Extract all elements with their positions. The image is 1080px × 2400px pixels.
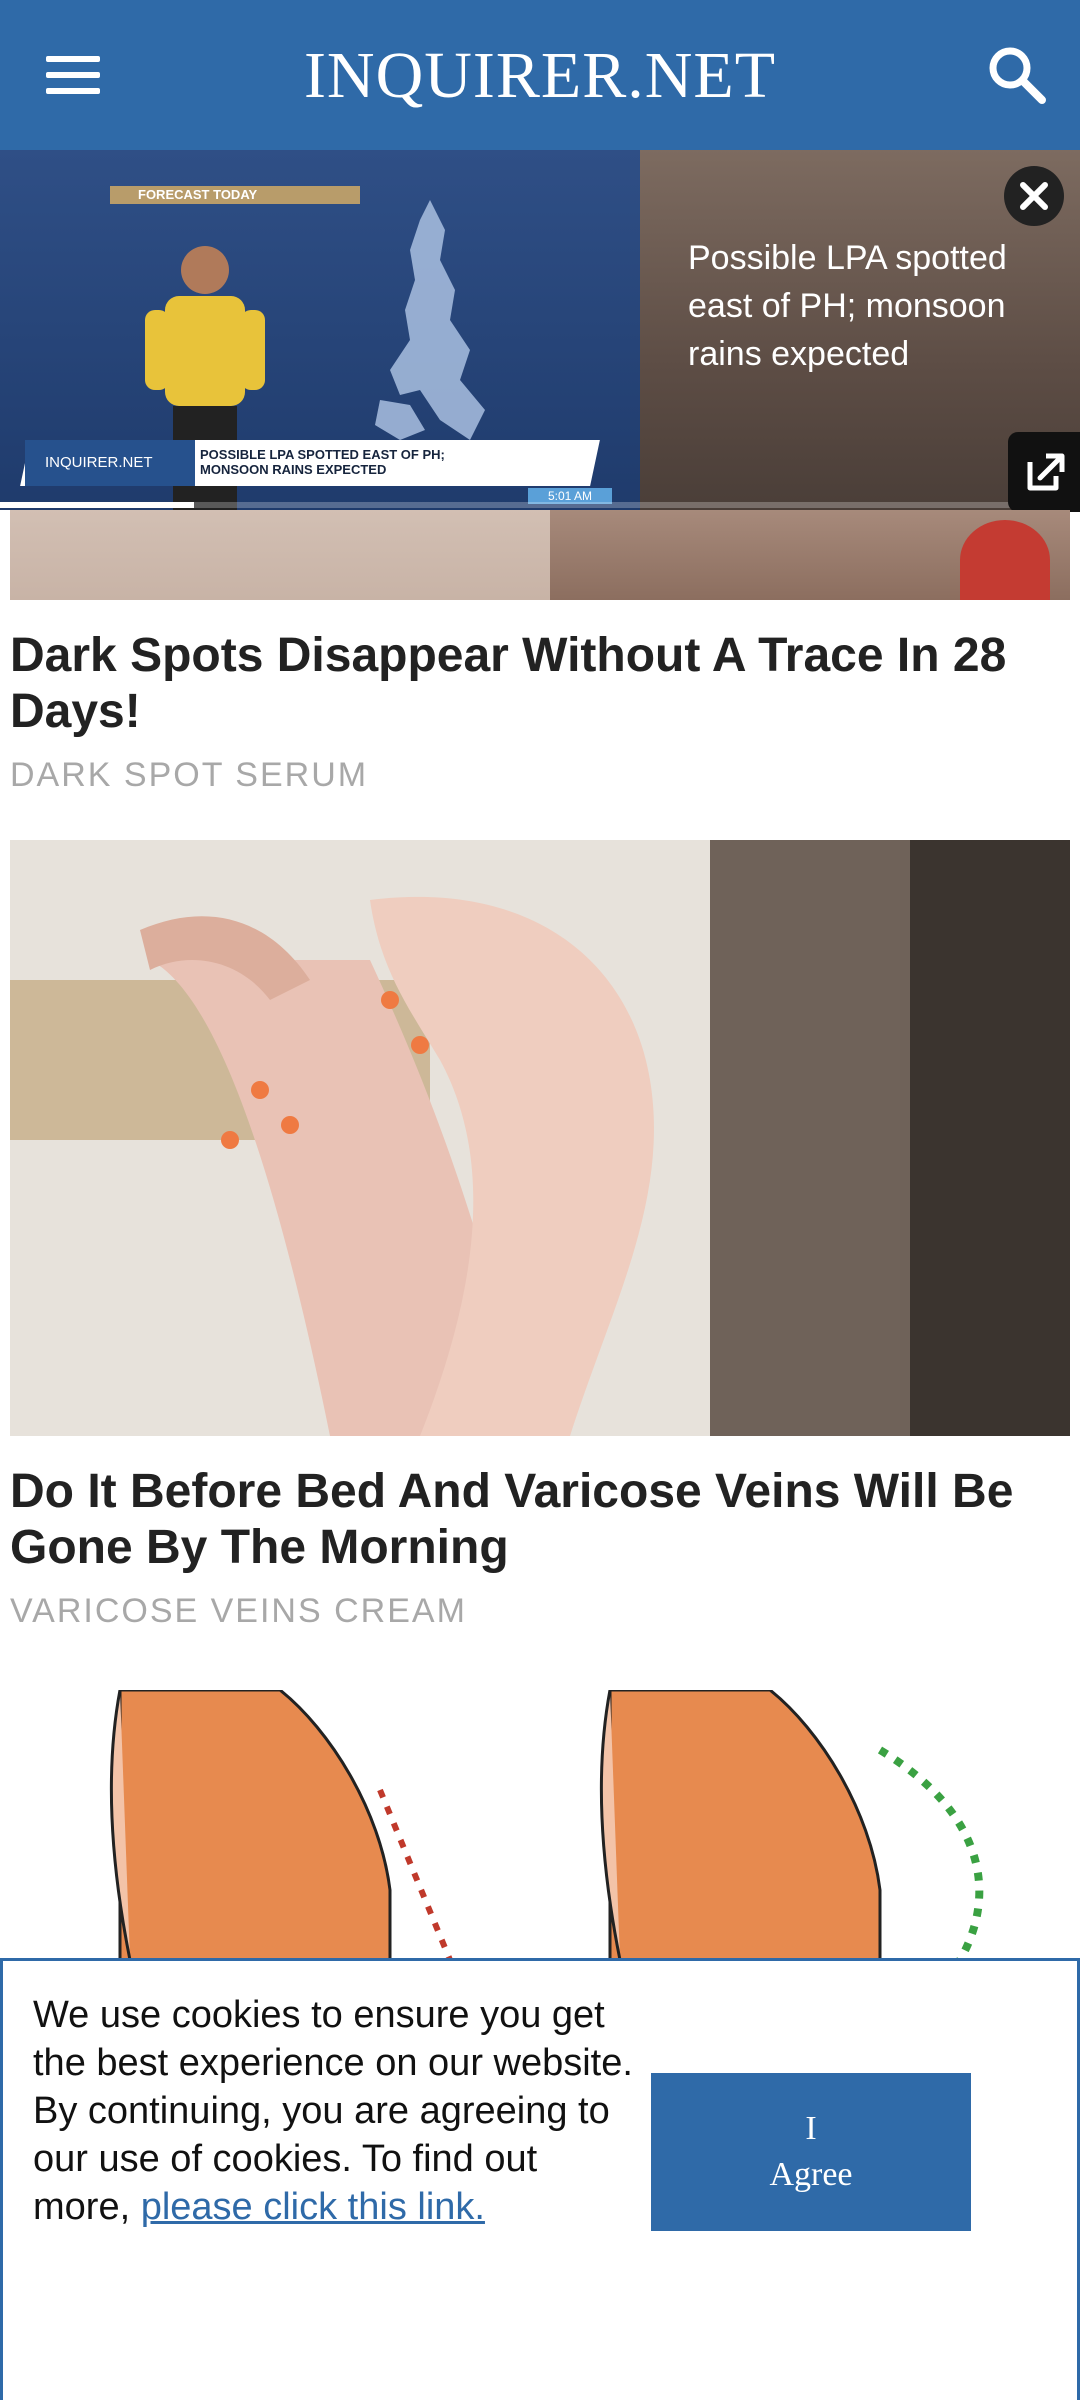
cookie-text: We use cookies to ensure you get the bes…	[33, 1994, 633, 2228]
agree-button[interactable]: I Agree	[651, 2073, 971, 2231]
cookie-policy-link[interactable]: please click this link.	[141, 2186, 485, 2228]
ad-image-third[interactable]	[10, 1690, 1070, 1960]
ad-image-varicose-veins[interactable]	[10, 840, 1070, 1436]
external-link-icon[interactable]	[1008, 432, 1080, 512]
ad-image-dark-spots[interactable]	[10, 510, 1070, 600]
video-progress-bar[interactable]	[0, 502, 1080, 508]
video-title[interactable]: Possible LPA spotted east of PH; monsoon…	[688, 234, 1048, 378]
site-logo[interactable]: INQUIRER.NET	[0, 38, 1080, 114]
ad-title[interactable]: Dark Spots Disappear Without A Trace In …	[10, 628, 1070, 740]
ad-title[interactable]: Do It Before Bed And Varicose Veins Will…	[10, 1464, 1070, 1576]
ad-source[interactable]: DARK SPOT SERUM	[10, 756, 368, 795]
close-icon[interactable]	[1004, 166, 1064, 226]
lower-third-text: POSSIBLE LPA SPOTTED EAST OF PH; MONSOON…	[200, 447, 445, 477]
site-header: INQUIRER.NET	[0, 0, 1080, 150]
video-frame: FORECAST TODAY INQUIRER.NET POSSIBLE LPA…	[0, 150, 640, 510]
cookie-banner: We use cookies to ensure you get the bes…	[0, 1958, 1080, 2400]
video-progress-fill	[0, 502, 195, 508]
lower-third-brand: INQUIRER.NET	[25, 440, 195, 486]
ad-source[interactable]: VARICOSE VEINS CREAM	[10, 1592, 467, 1631]
video-player[interactable]: FORECAST TODAY INQUIRER.NET POSSIBLE LPA…	[0, 150, 1080, 510]
philippines-map	[375, 200, 485, 440]
search-icon[interactable]	[980, 38, 1052, 110]
